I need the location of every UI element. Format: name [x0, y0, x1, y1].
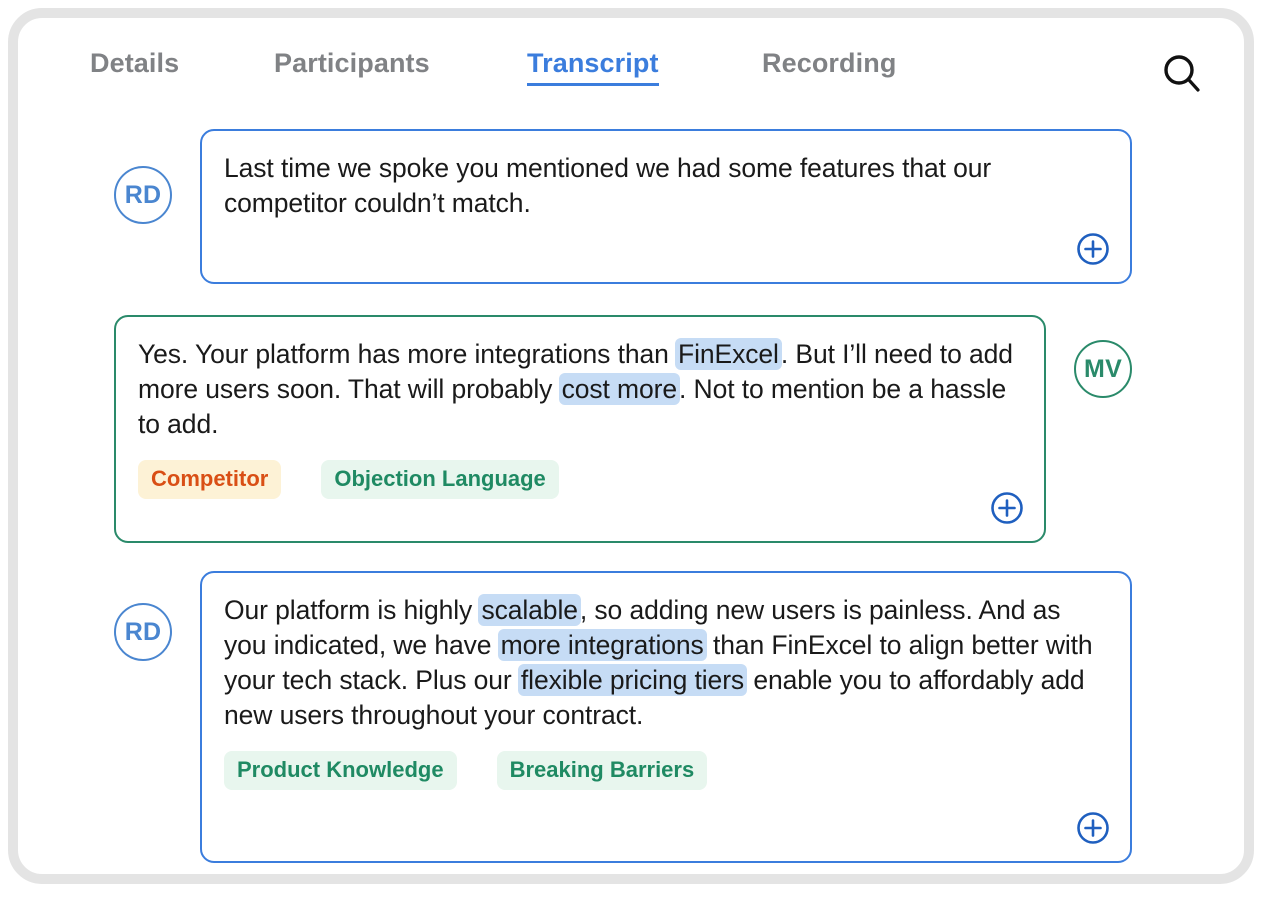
- avatar: RD: [114, 603, 172, 661]
- message-text: Yes. Your platform has more integrations…: [138, 337, 1022, 442]
- tab-details[interactable]: Details: [90, 48, 179, 79]
- message-bubble[interactable]: Last time we spoke you mentioned we had …: [200, 129, 1132, 284]
- tab-transcript[interactable]: Transcript: [527, 48, 659, 86]
- tag-competitor[interactable]: Competitor: [138, 460, 282, 499]
- tag-list: Product Knowledge Breaking Barriers: [224, 751, 1108, 790]
- search-icon[interactable]: [1160, 52, 1220, 104]
- transcript-message: RD Our platform is highly scalable, so a…: [114, 571, 1132, 863]
- text-segment: Our platform is highly: [224, 595, 480, 625]
- highlighted-keyword[interactable]: more integrations: [497, 629, 707, 661]
- add-icon[interactable]: [990, 491, 1024, 525]
- avatar: MV: [1074, 340, 1132, 398]
- transcript-message: Yes. Your platform has more integrations…: [114, 315, 1132, 543]
- tag-breaking-barriers[interactable]: Breaking Barriers: [496, 751, 708, 790]
- tab-bar: Details Participants Transcript Recordin…: [18, 18, 1244, 114]
- message-text: Our platform is highly scalable, so addi…: [224, 593, 1108, 733]
- text-segment: Yes. Your platform has more integrations…: [138, 339, 677, 369]
- transcript-message: RD Last time we spoke you mentioned we h…: [114, 129, 1132, 284]
- highlighted-keyword[interactable]: cost more: [558, 373, 681, 405]
- add-icon[interactable]: [1076, 811, 1110, 845]
- text-segment: Last time we spoke you mentioned we had …: [224, 153, 992, 218]
- tag-objection-language[interactable]: Objection Language: [321, 460, 559, 499]
- transcript-card: Details Participants Transcript Recordin…: [8, 8, 1254, 884]
- highlighted-keyword[interactable]: FinExcel: [675, 338, 782, 370]
- tab-recording[interactable]: Recording: [762, 48, 896, 79]
- message-bubble[interactable]: Our platform is highly scalable, so addi…: [200, 571, 1132, 863]
- tab-participants[interactable]: Participants: [274, 48, 430, 79]
- avatar: RD: [114, 166, 172, 224]
- message-text: Last time we spoke you mentioned we had …: [224, 151, 1108, 221]
- highlighted-keyword[interactable]: scalable: [478, 594, 581, 626]
- tag-product-knowledge[interactable]: Product Knowledge: [224, 751, 457, 790]
- tag-list: Competitor Objection Language: [138, 460, 1022, 499]
- add-icon[interactable]: [1076, 232, 1110, 266]
- highlighted-keyword[interactable]: flexible pricing tiers: [517, 664, 748, 696]
- message-bubble[interactable]: Yes. Your platform has more integrations…: [114, 315, 1046, 543]
